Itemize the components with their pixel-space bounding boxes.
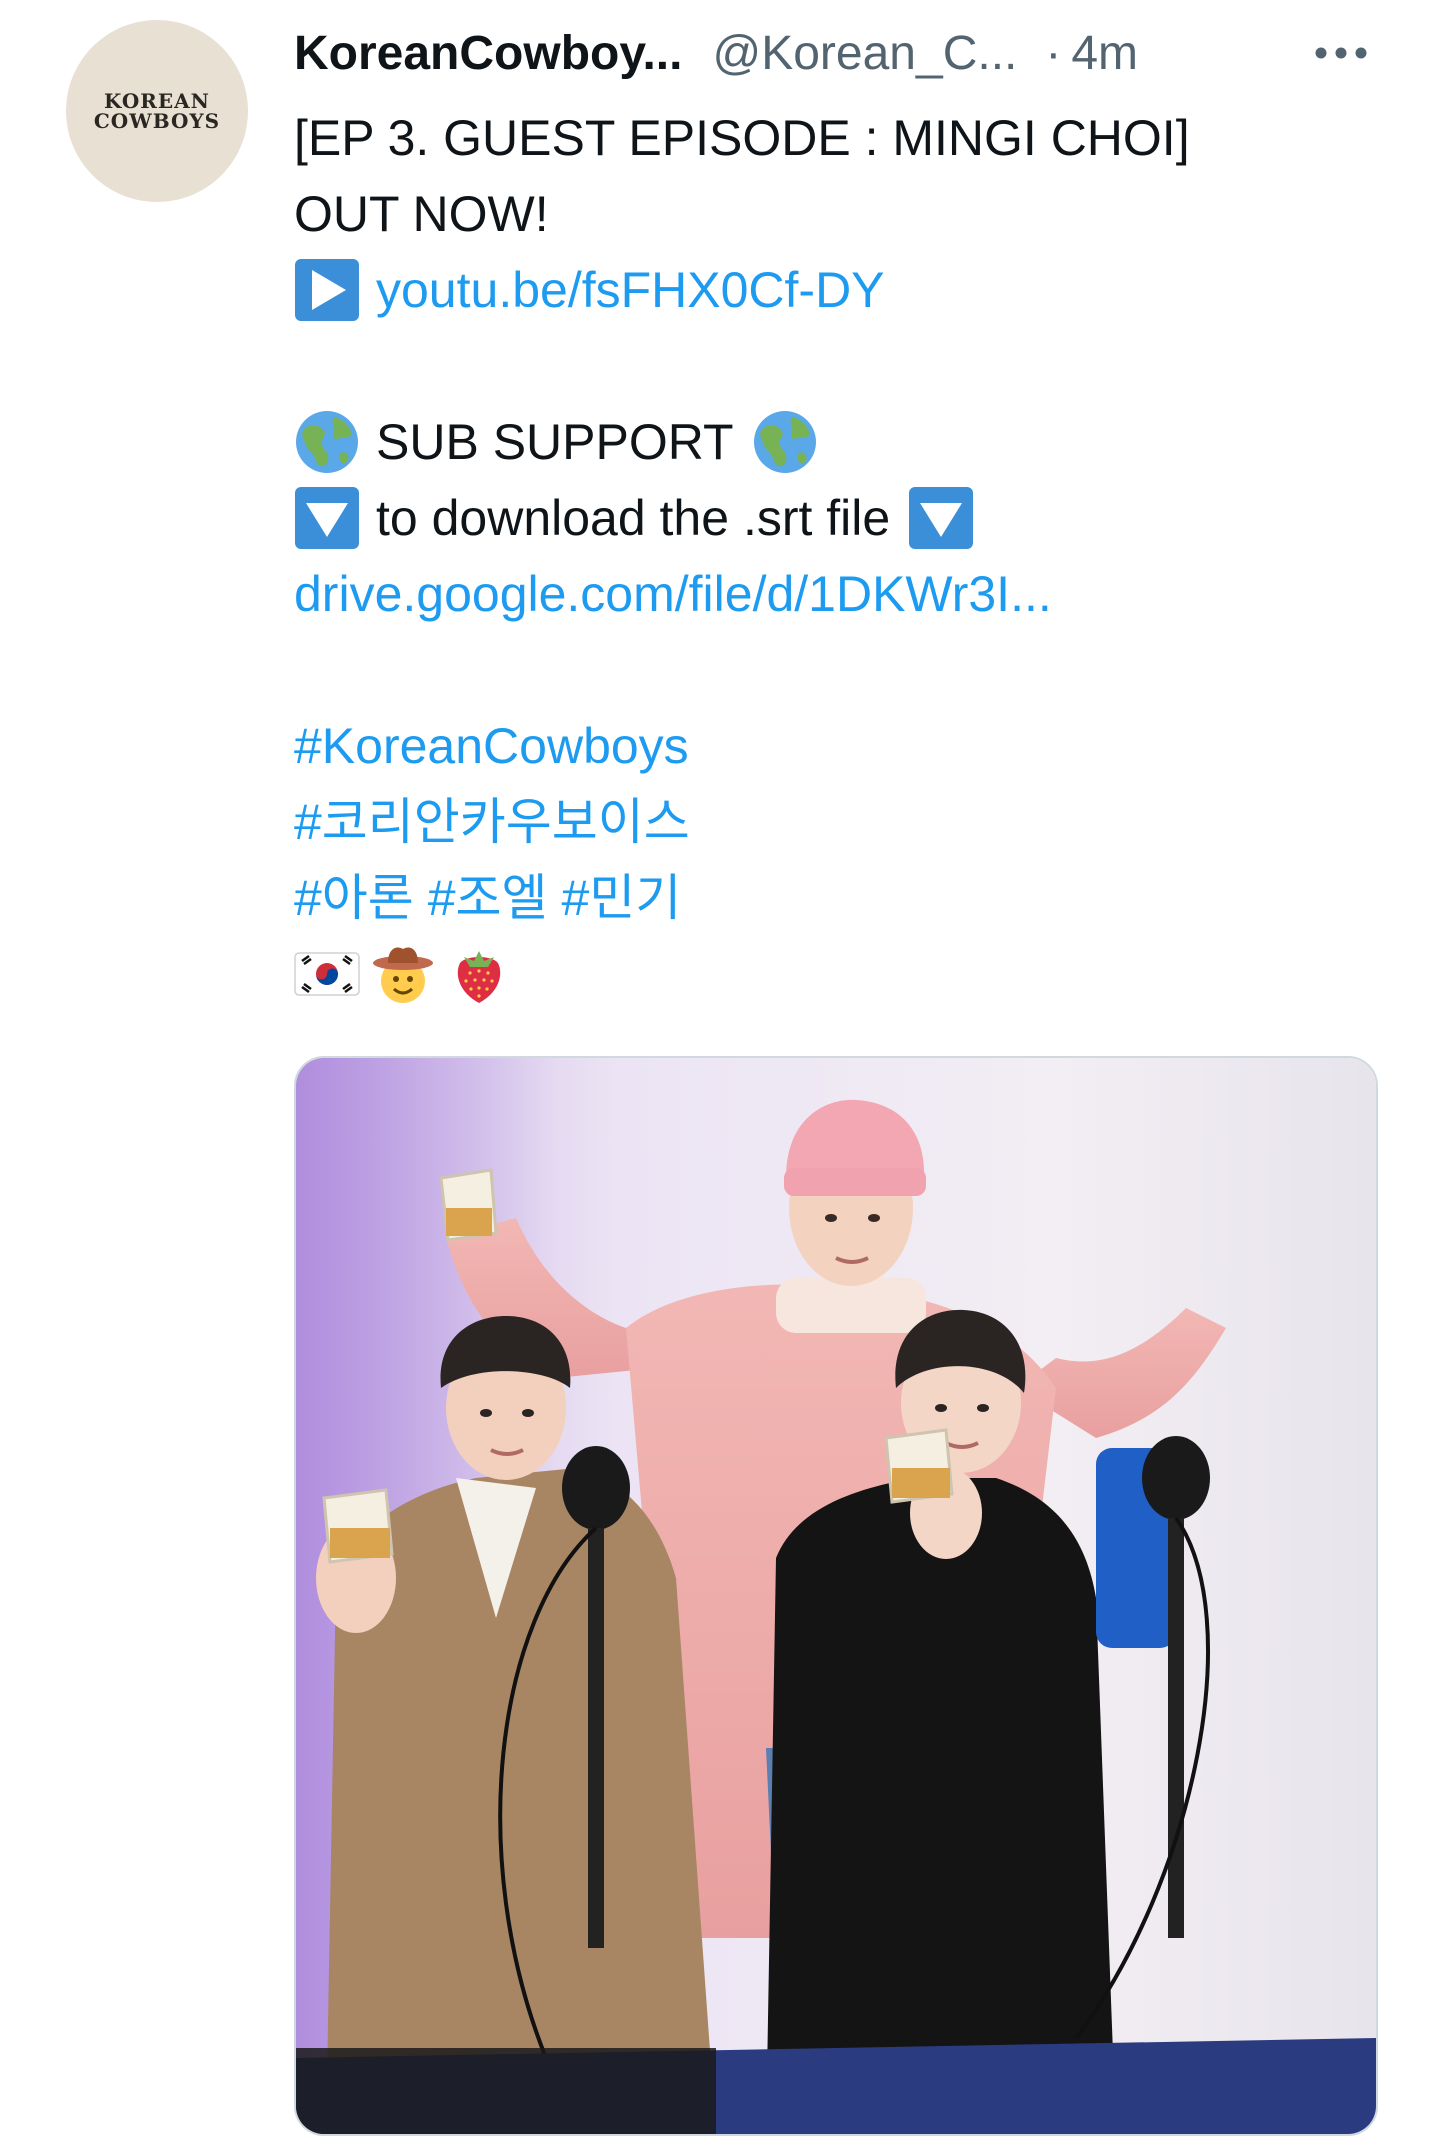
tweet-header: KoreanCowboy... @Korean_C... · 4m: [294, 22, 1138, 84]
cowboy-face-emoji-icon: [370, 941, 436, 1007]
more-options-button[interactable]: [1306, 28, 1376, 78]
user-handle[interactable]: @Korean_C...: [712, 26, 1017, 81]
youtube-link[interactable]: youtu.be/fsFHX0Cf-DY: [376, 252, 885, 328]
hashtag-joel[interactable]: #조엘: [428, 860, 548, 936]
download-text: to download the .srt file: [376, 490, 891, 546]
out-now-line: OUT NOW!: [294, 186, 549, 242]
hashtag-line-2: #코리안카우보이스: [294, 784, 1394, 860]
photo-illustration: [296, 1058, 1376, 2134]
download-line: to download the .srt file: [294, 480, 1394, 556]
south-korea-flag-emoji-icon: [294, 941, 360, 1007]
display-name[interactable]: KoreanCowboy...: [294, 26, 682, 81]
avatar[interactable]: KOREAN COWBOYS: [66, 20, 248, 202]
globe-americas-emoji-icon: [752, 409, 818, 475]
down-arrow-button-emoji-icon: [294, 485, 360, 551]
sub-support-line: SUB SUPPORT: [294, 404, 1394, 480]
hashtag-mingi[interactable]: #민기: [561, 860, 681, 936]
avatar-logo-line-1: KOREAN: [104, 89, 210, 113]
sub-support-text: SUB SUPPORT: [376, 414, 734, 470]
avatar-logo-line-2: COWBOYS: [93, 109, 221, 133]
hashtag-line-1: #KoreanCowboys: [294, 708, 1394, 784]
tweet-text: [EP 3. GUEST EPISODE : MINGI CHOI] OUT N…: [294, 100, 1394, 1012]
drive-line: drive.google.com/file/d/1DKWr3I...: [294, 556, 1394, 632]
more-horizontal-icon: [1315, 47, 1367, 59]
hashtag-aron[interactable]: #아론: [294, 860, 414, 936]
glass-raised: [439, 1168, 498, 1242]
strawberry-emoji-icon: [446, 941, 512, 1007]
tweet-photo[interactable]: [294, 1056, 1378, 2136]
episode-title-line: [EP 3. GUEST EPISODE : MINGI CHOI]: [294, 110, 1190, 166]
header-separator: ·: [1045, 26, 1062, 80]
google-drive-link[interactable]: drive.google.com/file/d/1DKWr3I...: [294, 556, 1052, 632]
play-button-emoji-icon: [294, 257, 360, 323]
emoji-row: [294, 936, 1394, 1012]
youtube-line: youtu.be/fsFHX0Cf-DY: [294, 252, 1394, 328]
hashtag-line-3: #아론 #조엘 #민기: [294, 860, 1394, 936]
hashtag-koreancowboys[interactable]: #KoreanCowboys: [294, 708, 689, 784]
desk: [296, 2038, 1376, 2134]
hashtag-korean-name[interactable]: #코리안카우보이스: [294, 784, 690, 860]
globe-americas-emoji-icon: [294, 409, 360, 475]
timestamp[interactable]: 4m: [1071, 26, 1138, 81]
tweet[interactable]: KOREAN COWBOYS KoreanCowboy... @Korean_C…: [0, 0, 1440, 2151]
down-arrow-button-emoji-icon: [908, 485, 974, 551]
